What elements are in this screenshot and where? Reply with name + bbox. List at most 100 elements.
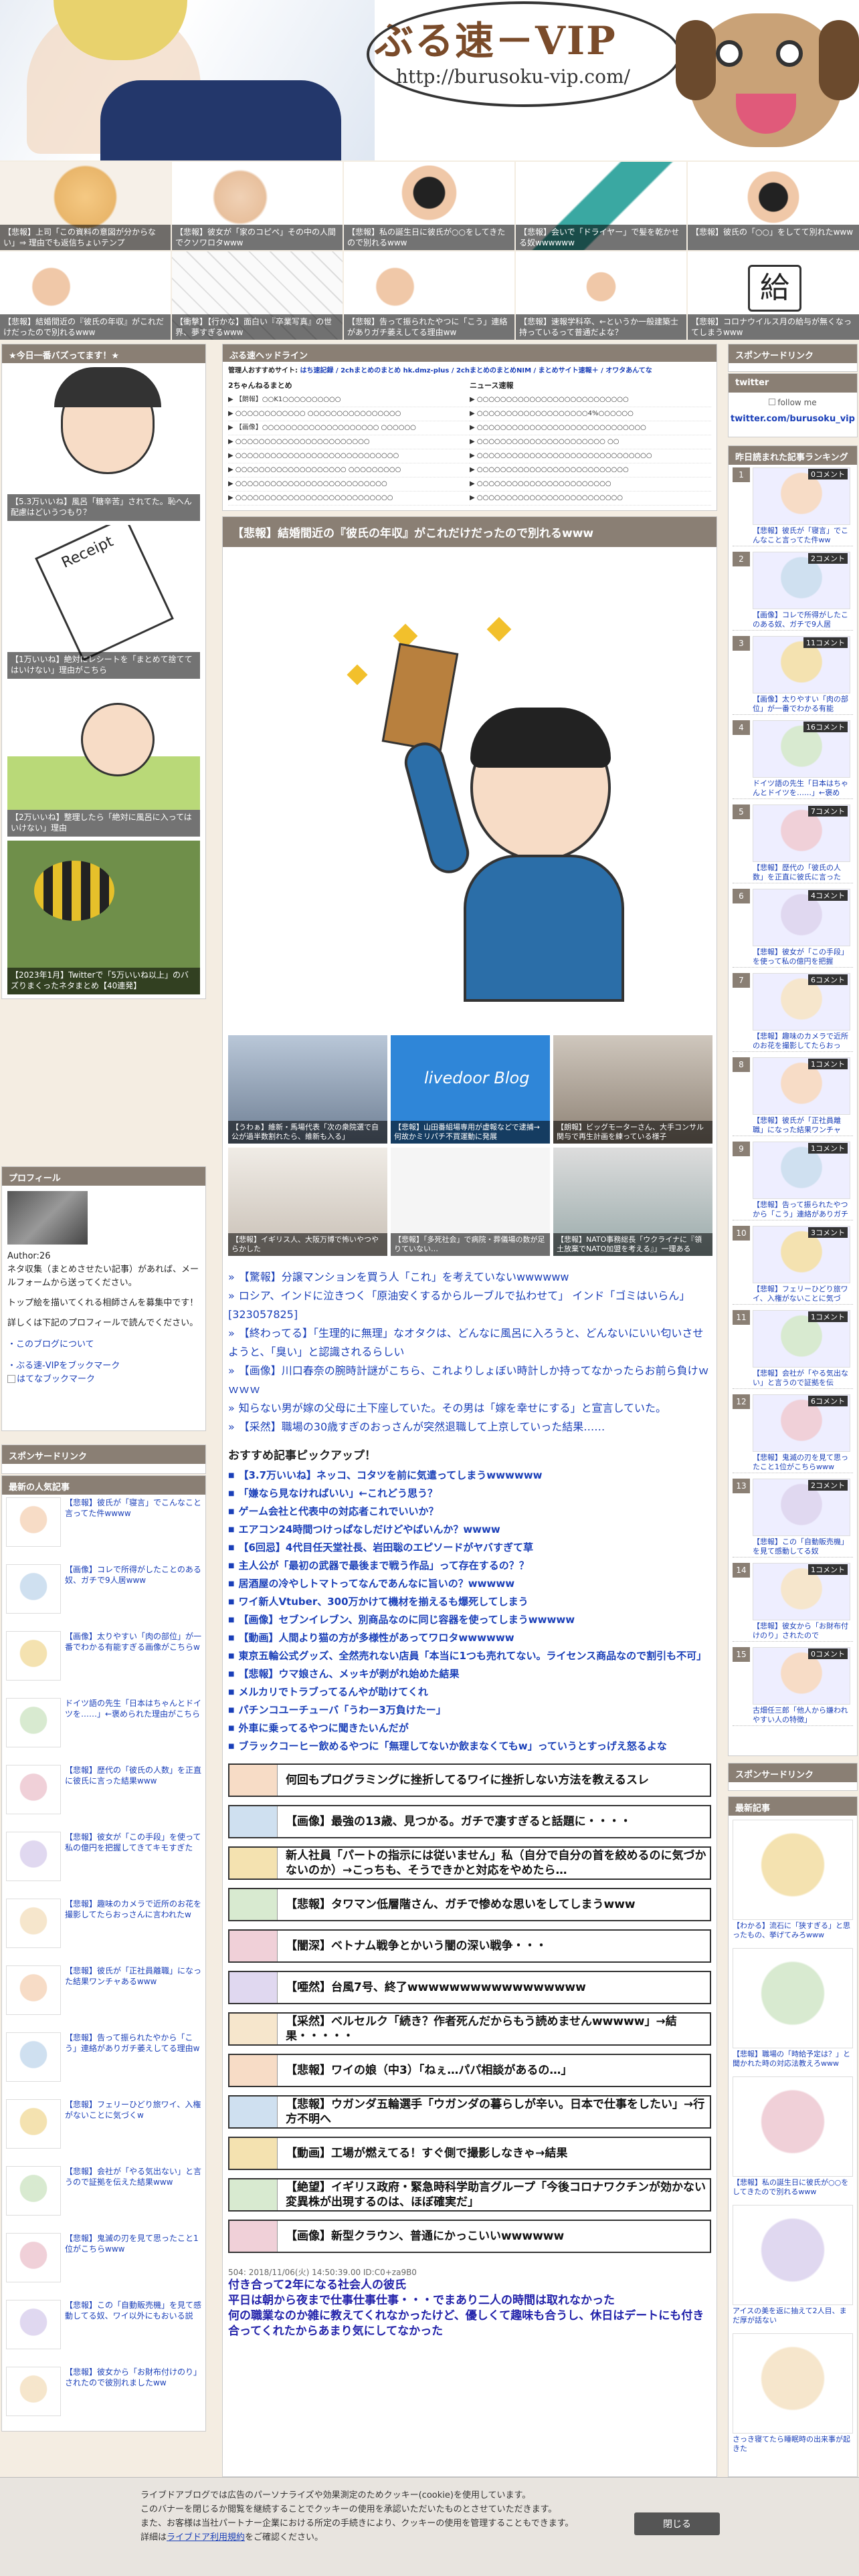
antenna-item[interactable]: ▶ ○○○○○○○○○○○○○○○○○○○○○○○○○○○○ <box>228 449 470 463</box>
antenna-item[interactable]: ▶ ○○○○○○○○○○○○○○○○○○○○○○ ○○ <box>470 435 711 449</box>
big-link-row[interactable]: 【闇深】ベトナム戦争とかいう闇の深い戦争・・・ <box>228 1929 711 1963</box>
terms-link[interactable]: ライブドア利用規約 <box>167 2533 245 2543</box>
related-article[interactable]: 【悲報】イギリス人、大阪万博で怖いやつやらかした <box>228 1148 387 1256</box>
popular-item[interactable]: 【悲報】フェリーひどり旅ワイ、入権がないことに気づくw <box>6 2099 201 2163</box>
antenna-item[interactable]: ▶ ○○○○○○○○○○○○○○○○○○○○○○○○○○ <box>470 393 711 407</box>
recommend-link[interactable]: 居酒屋の冷やしトマトってなんであんなに旨いの？wwwww <box>228 1575 711 1593</box>
antenna-item[interactable]: ▶ ○○○○○○○○○○○○○○○○○○○○○○○○○○ <box>228 477 470 492</box>
recommend-link[interactable]: 【動画】人間より猫の方が多様性があってワロタwwwwww <box>228 1629 711 1647</box>
popular-item[interactable]: 【画像】コレで所得がしたことのある奴、ガチで9人居www <box>6 1564 201 1628</box>
ranking-item[interactable]: 6 4コメント 【悲報】彼女が「この手段」を使って私の億円を把握 <box>733 889 853 968</box>
top-article[interactable]: 【悲報】結婚間近の『彼氏の年収』がこれだけだったので別れるwww <box>0 251 171 340</box>
antenna-item[interactable]: ▶ 【朗報】○○K1○○○○○○○○○○ <box>228 393 470 407</box>
buzz-card[interactable]: Receipt 【1万いいね】絶対にレシートを「まとめて捨ててはいけない」理由が… <box>7 525 200 679</box>
recommend-link[interactable]: 【画像】セブンイレブン、別商品なのに同じ容器を使ってしまうwwwww <box>228 1611 711 1629</box>
popular-item[interactable]: 【悲報】歴代の「彼氏の人数」を正直に彼氏に言った結果www <box>6 1765 201 1829</box>
ranking-item[interactable]: 2 2コメント 【画像】コレで所得がしたこのある奴、ガチで9人居 <box>733 552 853 631</box>
antenna-item[interactable]: ▶ ○○○○○○○○○○○○○○○○○○○4%○○○○○○ <box>470 407 711 421</box>
popular-item[interactable]: 【画像】太りやすい「肉の部位」が一番でわかる有能すぎる画像がこちらw <box>6 1631 201 1695</box>
cookie-close-button[interactable]: 閉じる <box>634 2512 720 2535</box>
big-link-row[interactable]: 何回もプログラミングに挫折してるワイに挫折しない方法を教えるスレ <box>228 1763 711 1797</box>
big-link-row[interactable]: 【悲報】ウガンダ五輪選手「ウガンダの暮らしが辛い。日本で仕事をしたい」→行方不明… <box>228 2095 711 2129</box>
new-article[interactable]: さっき寝てたら睡眠時の出来事が起きた <box>733 2333 853 2458</box>
top-article[interactable]: 【悲報】会いで「ドライヤー」で髪を乾かせる奴wwwwww <box>516 162 686 250</box>
recommend-link[interactable]: 【3.7万いいね】ネッコ、コタツを前に気遣ってしまうwwwwww <box>228 1467 711 1485</box>
ranking-item[interactable]: 15 0コメント 古畑任三郎「他人から嫌われやすい人の特徴」 <box>733 1647 853 1726</box>
new-article[interactable]: 【悲報】私の誕生日に彼氏が○○をしてきたので別れるwww <box>733 2076 853 2201</box>
main-link[interactable]: ロシア、インドに泣きつく「原油安くするからルーブルで払わせて」 インド「ゴミはい… <box>228 1287 711 1324</box>
big-link-row[interactable]: 【画像】最強の13歳、見つかる。ガチで凄すぎると話題に・・・・ <box>228 1805 711 1838</box>
recommend-link[interactable]: 主人公が「最初の武器で最後まで戦う作品」って存在するの？？ <box>228 1557 711 1575</box>
site-title[interactable]: ぶる速－VIP <box>375 9 617 66</box>
recommend-link[interactable]: 東京五輪公式グッズ、全然売れない店員「本当に1つも売れてない。ライセンス商品なの… <box>228 1647 711 1665</box>
recommend-link[interactable]: 【悲報】ウマ娘さん、メッキが剥がれ始めた結果 <box>228 1665 711 1683</box>
top-article[interactable]: 【悲報】彼女が「家のコピペ」その中の人間でクソワロタwww <box>172 162 343 250</box>
main-link[interactable]: 【采然】職場の30歳すぎのおっさんが突然退職して上京していった結果…… <box>228 1418 711 1436</box>
recommend-link[interactable]: 外車に乗ってるやつに聞きたいんだが <box>228 1719 711 1737</box>
ranking-item[interactable]: 3 11コメント 【画像】太りやすい「肉の部位」が一番でわかる有能 <box>733 636 853 715</box>
popular-item[interactable]: 【悲報】この「自動販売機」を見て感動してる奴、ワイ以外にもおいる説 <box>6 2300 201 2364</box>
ranking-item[interactable]: 5 7コメント 【悲報】歴代の「彼氏の人数」を正直に彼氏に言った <box>733 804 853 883</box>
recommend-link[interactable]: ゲーム会社と代表中の対応者これでいいか？ <box>228 1503 711 1521</box>
big-link-row[interactable]: 【絶望】イギリス政府・緊急時科学助言グループ「今後コロナワクチンが効かない変異株… <box>228 2178 711 2212</box>
top-article[interactable]: 【悲報】速報学科卒、←というか一般建築士持っているって普通だよな？ <box>516 251 686 340</box>
popular-item[interactable]: 【悲報】会社が「やる気出ない」と言うので証拠を伝えた結果www <box>6 2166 201 2230</box>
ranking-item[interactable]: 8 1コメント 【悲報】彼氏が「正社員離職」になった結果ワンチャ <box>733 1057 853 1136</box>
antenna-links[interactable]: はち速記録 / 2chまとめのまとめ hk.dmz-plus / 2chまとめの… <box>300 367 652 374</box>
antenna-item[interactable]: ▶ ○○○○○○○○○○○○○○○○○○○○○○○○○○○○○○ <box>470 449 711 463</box>
new-article[interactable]: アイスの美を返に抽えて2人目、まだ厚が話ない <box>733 2205 853 2329</box>
big-link-row[interactable]: 【唖然】台風7号、終了wwwwwwwwwwwwwwwww <box>228 1971 711 2004</box>
recommend-link[interactable]: パチンコユーチューバ「うわー3万負けたー」 <box>228 1701 711 1719</box>
antenna-item[interactable]: ▶ ○○○○○○○○○○○○○○○○○○○ ○○○○○○○○○ <box>228 463 470 477</box>
top-article[interactable]: 【悲報】私の誕生日に彼氏が○○をしてきたので別れるwww <box>344 162 514 250</box>
top-article[interactable]: 【悲報】告って振られたやつに「こう」連絡がありガチ萎えしてる理由ww <box>344 251 514 340</box>
buzz-card[interactable]: 【5.3万いいね】風呂「糖辛苦」されてた。恥へん配慮はどいうつもり？ <box>7 367 200 521</box>
popular-item[interactable]: 【悲報】彼氏が「寝言」でこんなこと言ってた件wwww <box>6 1497 201 1562</box>
big-link-row[interactable]: 【動画】工場が燃えてる！すぐ側で撮影しなきゃ→結果 <box>228 2137 711 2170</box>
recommend-link[interactable]: 【6回忌】4代目任天堂社長、岩田聡のエピソードがヤバすぎて草 <box>228 1539 711 1557</box>
big-link-row[interactable]: 【悲報】ワイの娘（中3）「ねぇ…パパ相談があるの…」 <box>228 2054 711 2087</box>
recommend-link[interactable]: メルカリでトラブってるんやが助けてくれ <box>228 1683 711 1701</box>
hatena-bookmark-link[interactable]: はてなブックマーク <box>17 1374 95 1384</box>
popular-item[interactable]: 【悲報】鬼滅の刃を見て思ったこと1位がこちらwww <box>6 2233 201 2297</box>
recommend-link[interactable]: ワイ新人Vtuber、300万かけて機材を揃えるも爆死してしまう <box>228 1593 711 1611</box>
buzz-card[interactable]: 【2万いいね】整理したら「絶対に風呂に入ってはいけない」理由 <box>7 683 200 837</box>
bookmark-link[interactable]: ぶる速-VIPをブックマーク <box>16 1361 120 1371</box>
popular-item[interactable]: 【悲報】彼女から「お財布付けのり」されたので彼別れましたww <box>6 2367 201 2431</box>
top-article[interactable]: 【悲報】彼氏の「○○」をしてて別れたwww <box>688 162 859 250</box>
recommend-link[interactable]: 「嫌なら見なければいい」←これどう思う？ <box>228 1485 711 1503</box>
main-link[interactable]: 知らない男が嫁の父母に土下座していた。その男は「嫁を幸せにする」と宣言していた。 <box>228 1399 711 1418</box>
big-link-row[interactable]: 【画像】新型クラウン、普通にかっこいいwwwwww <box>228 2220 711 2253</box>
popular-item[interactable]: 【悲報】趣味のカメラで近所のお花を撮影してたらおっさんに言われたw <box>6 1899 201 1963</box>
ranking-item[interactable]: 7 6コメント 【悲報】趣味のカメラで近所のお花を撮影してたらおっ <box>733 973 853 1052</box>
follow-image[interactable]: follow me <box>729 398 857 407</box>
antenna-item[interactable]: ▶ ○○○○○○○○○○○○○○○○○○○○○○○○○○ <box>470 463 711 477</box>
main-link[interactable]: 【画像】川口春奈の腕時計謎がこちら、これよりしょぼい時計しか持ってなかったらお前… <box>228 1362 711 1399</box>
popular-item[interactable]: 【悲報】彼女が「この手段」を使って私の億円を把握してきてキモすぎた <box>6 1832 201 1896</box>
recommend-link[interactable]: ブラックコーヒー飲めるやつに「無理してないか飲まなくてもw」っていうとすっげえ怒… <box>228 1737 711 1755</box>
antenna-item[interactable]: ▶ ○○○○○○○○○○○○ ○○○○○○○○○○○○○○○○ <box>228 407 470 421</box>
antenna-item[interactable]: ▶ ○○○○○○○○○○○○○○○○○○○○○○○○○○○○○ <box>470 421 711 435</box>
antenna-item[interactable]: ▶ ○○○○○○○○○○○○○○○○○○○○○○○ <box>470 477 711 492</box>
related-article[interactable]: 【朗報】ビッグモーターさん、大手コンサル関与で再生計画を練っている様子 <box>553 1035 712 1144</box>
popular-item[interactable]: 【悲報】告って振られたやから「こう」連絡がありガチ萎えしてる理由w <box>6 2032 201 2097</box>
ranking-item[interactable]: 11 1コメント 【悲報】会社が「やる気出ない」と言うので証拠を伝 <box>733 1310 853 1389</box>
article-title[interactable]: 【悲報】結婚間近の『彼氏の年収』がこれだけだったので別れるwww <box>223 517 717 547</box>
new-article[interactable]: 【悲報】職場の「時給予定は？」と聞かれた時の対応法教えろwww <box>733 1948 853 2072</box>
twitter-link[interactable]: twitter.com/burusoku_vip <box>731 414 855 424</box>
recommend-link[interactable]: エアコン24時間つけっぱなしだけどやばいんか？wwww <box>228 1521 711 1539</box>
top-article[interactable]: 給【悲報】コロナウイルス月の給与が無くなってしまうwww <box>688 251 859 340</box>
related-article[interactable]: livedoor Blog 【悲報】山田番組場専用が虚報などで逮捕→何故かミリパチ… <box>391 1035 550 1144</box>
antenna-item[interactable]: ▶ ○○○○○○○○○○○○○○○○○○○○○○○ <box>228 435 470 449</box>
related-article[interactable]: 【うわぁ】維新・馬場代表「次の衆院選で自公が過半数割れたら、維新も入る」 <box>228 1035 387 1144</box>
ranking-item[interactable]: 14 1コメント 【悲報】彼女から「お財布付けのり」されたので <box>733 1563 853 1642</box>
related-article[interactable]: 【悲報】NATO事務総長「ウクライナに『領土放棄でNATO加盟を考える』」一理あ… <box>553 1148 712 1256</box>
antenna-item[interactable]: ▶ ○○○○○○○○○○○○○○○○○○○○○○○○○ <box>470 492 711 506</box>
top-article[interactable]: 【衝撃】【行かな】面白い『卒業写真』の世界、夢すぎるwww <box>172 251 343 340</box>
main-link[interactable]: 【驚報】分譲マンションを買う人「これ」を考えていないwwwwww <box>228 1268 711 1287</box>
ranking-item[interactable]: 4 16コメント ドイツ語の先生「日本はちゃんとドイツを……」←褒め <box>733 720 853 799</box>
big-link-row[interactable]: 【悲報】タワマン低層階さん、ガチで惨めな思いをしてしまうwww <box>228 1888 711 1921</box>
new-article[interactable]: 【わかる】流石に「狭すぎる」と思ったもの、挙げてみろwww <box>733 1820 853 1944</box>
ranking-item[interactable]: 12 6コメント 【悲報】鬼滅の刃を見て思ったこと1位がこちらwww <box>733 1394 853 1473</box>
antenna-item[interactable]: ▶ ○○○○○○○○○○○○○○○○○○○○○○○○○○○ <box>228 492 470 506</box>
